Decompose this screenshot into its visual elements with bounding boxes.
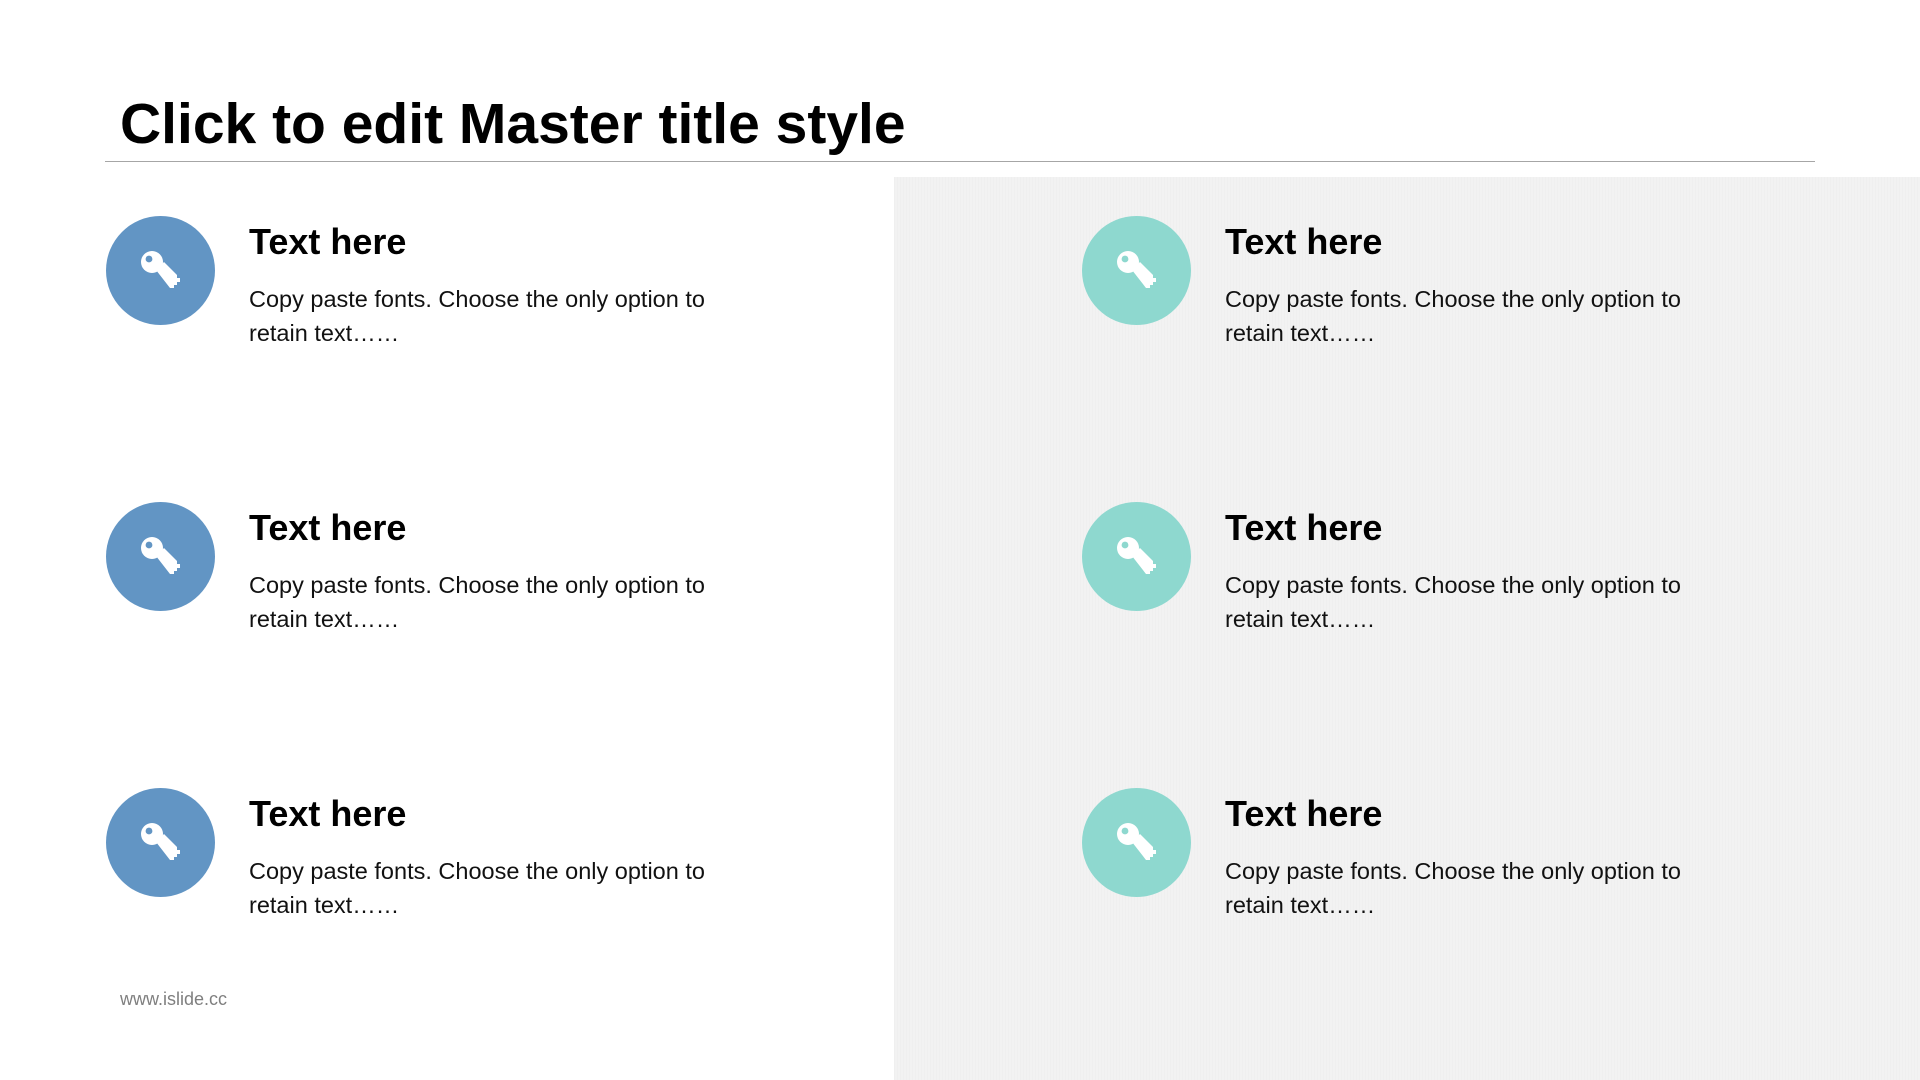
page-title[interactable]: Click to edit Master title style <box>120 88 906 160</box>
item-heading[interactable]: Text here <box>1225 791 1382 837</box>
key-icon <box>1116 822 1156 860</box>
feature-item-right-1: Text here Copy paste fonts. Choose the o… <box>1082 216 1802 396</box>
slide: Click to edit Master title style Text he… <box>0 0 1920 1080</box>
key-icon <box>140 822 180 860</box>
item-description[interactable]: Copy paste fonts. Choose the only option… <box>249 854 749 922</box>
item-heading[interactable]: Text here <box>249 791 406 837</box>
item-heading[interactable]: Text here <box>1225 505 1382 551</box>
item-heading[interactable]: Text here <box>249 505 406 551</box>
key-icon-circle <box>1082 788 1191 897</box>
key-icon <box>1116 250 1156 288</box>
item-description[interactable]: Copy paste fonts. Choose the only option… <box>1225 282 1725 350</box>
feature-item-right-2: Text here Copy paste fonts. Choose the o… <box>1082 502 1802 682</box>
key-icon <box>140 536 180 574</box>
item-heading[interactable]: Text here <box>249 219 406 265</box>
title-divider <box>105 161 1815 162</box>
feature-item-left-2: Text here Copy paste fonts. Choose the o… <box>106 502 826 682</box>
item-description[interactable]: Copy paste fonts. Choose the only option… <box>1225 568 1725 636</box>
key-icon-circle <box>1082 502 1191 611</box>
item-description[interactable]: Copy paste fonts. Choose the only option… <box>249 282 749 350</box>
key-icon-circle <box>106 216 215 325</box>
feature-item-left-1: Text here Copy paste fonts. Choose the o… <box>106 216 826 396</box>
footer-url[interactable]: www.islide.cc <box>120 988 227 1010</box>
feature-item-right-3: Text here Copy paste fonts. Choose the o… <box>1082 788 1802 968</box>
item-description[interactable]: Copy paste fonts. Choose the only option… <box>1225 854 1725 922</box>
key-icon <box>140 250 180 288</box>
item-heading[interactable]: Text here <box>1225 219 1382 265</box>
feature-item-left-3: Text here Copy paste fonts. Choose the o… <box>106 788 826 968</box>
key-icon-circle <box>106 788 215 897</box>
key-icon-circle <box>1082 216 1191 325</box>
item-description[interactable]: Copy paste fonts. Choose the only option… <box>249 568 749 636</box>
key-icon-circle <box>106 502 215 611</box>
key-icon <box>1116 536 1156 574</box>
